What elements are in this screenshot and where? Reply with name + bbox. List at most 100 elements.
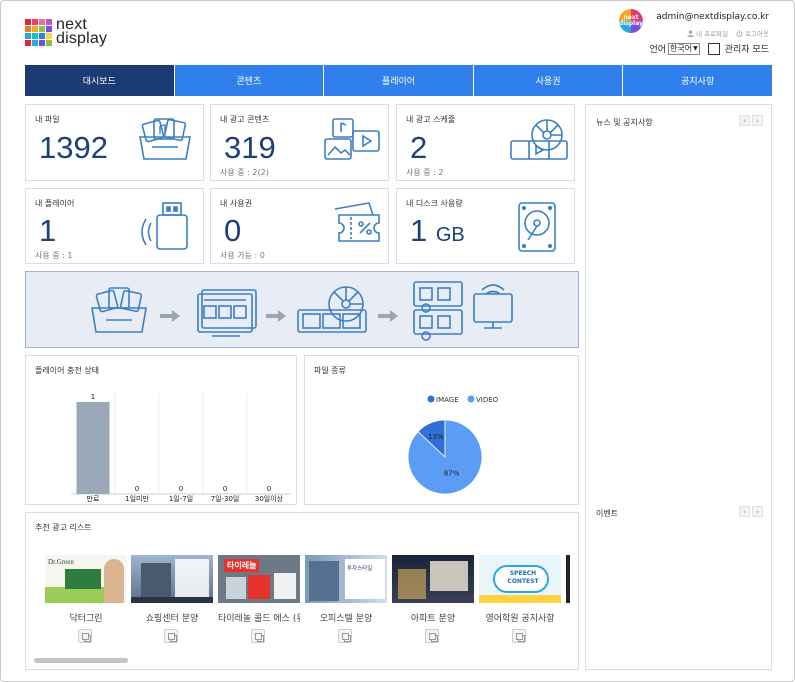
logo-mark: [25, 18, 52, 46]
x-tick-label: 만료: [87, 494, 100, 503]
stat-value: 0: [224, 213, 242, 248]
prev-icon[interactable]: ‹: [739, 506, 750, 517]
ad-item[interactable]: Dr.Green 닥터그린: [45, 555, 127, 643]
stat-card-players[interactable]: 내 플레이어 1 사용 중 : 1: [25, 188, 204, 264]
tab-dashboard[interactable]: 대시보드: [25, 65, 175, 96]
ad-thumbnail[interactable]: [131, 555, 213, 603]
logout-link[interactable]: 로그아웃: [736, 28, 769, 38]
stat-title: 내 플레이어: [35, 199, 75, 208]
admin-mode-checkbox[interactable]: [707, 42, 720, 55]
ad-item[interactable]: 투자스타일 오피스텔 분양: [305, 555, 387, 643]
ad-item[interactable]: 쇼핑센터 분양: [131, 555, 213, 643]
copy-icon[interactable]: [164, 629, 178, 643]
stat-card-disk[interactable]: 내 디스크 사용량 1 GB: [396, 188, 575, 264]
file-folder-icon: [91, 287, 147, 333]
ad-thumbnail[interactable]: 타이레놀: [218, 555, 300, 603]
panel-title: 추천 광고 리스트: [35, 523, 92, 532]
player-status-chart: 1만료01일미만01일-7일07일-30일030일이상: [71, 393, 291, 503]
bar-value-label: 0: [267, 485, 271, 493]
main-nav: 대시보드 콘텐츠 플레이어 사용권 공지사항: [25, 65, 772, 96]
power-icon: [736, 29, 743, 37]
ad-label: 닥터그린: [69, 614, 103, 624]
stat-title: 내 광고 스케줄: [406, 115, 456, 124]
next-icon[interactable]: ›: [752, 506, 763, 517]
stat-value: 319: [224, 130, 276, 165]
tab-notice[interactable]: 공지사항: [623, 65, 772, 96]
pie-value-label: 87%: [444, 469, 460, 477]
schedule-reel-icon: [510, 119, 568, 160]
ad-thumbnail[interactable]: SPEECH CONTEST: [479, 555, 561, 603]
stat-card-contents[interactable]: 내 광고 콘텐츠 319 사용 중 : 2(2): [210, 104, 389, 181]
copy-icon[interactable]: [425, 629, 439, 643]
tab-player[interactable]: 플레이어: [324, 65, 474, 96]
ad-label: 아파트 분양: [410, 614, 456, 624]
ad-thumbnail[interactable]: Dr.Green: [45, 555, 127, 603]
copy-icon[interactable]: [78, 629, 92, 643]
ad-label: 타이레놀 콜드 에스 (유: [218, 614, 300, 624]
stat-title: 내 사용권: [220, 199, 252, 208]
ad-item[interactable]: 타이레놀 타이레놀 콜드 에스 (유: [218, 555, 300, 643]
logo[interactable]: next display: [25, 16, 108, 47]
stat-title: 내 디스크 사용량: [406, 199, 463, 208]
prev-icon[interactable]: ‹: [739, 115, 750, 126]
bar-value-label: 1: [91, 393, 95, 401]
logo-text: next display: [56, 16, 108, 47]
stat-title: 내 광고 콘텐츠: [220, 115, 270, 124]
workflow-illustration: [91, 281, 513, 341]
tab-contents[interactable]: 콘텐츠: [174, 65, 325, 96]
ad-thumbnail[interactable]: 투자스타일: [305, 555, 387, 603]
stat-value: 1 GB: [410, 213, 465, 249]
usb-player-icon: [141, 202, 188, 250]
legend-marker: [467, 395, 475, 403]
stat-title: 내 파일: [35, 115, 60, 124]
copy-icon[interactable]: [512, 629, 526, 643]
stat-value: 2: [410, 130, 428, 165]
x-tick-label: 7일-30일: [211, 494, 240, 503]
news-pager: ‹ ›: [739, 115, 763, 126]
stat-value: 1: [39, 213, 57, 248]
account-area: next display admin@nextdisplay.co.kr 내 프로…: [619, 9, 769, 59]
tab-license[interactable]: 사용권: [473, 65, 624, 96]
stat-card-schedules[interactable]: 내 광고 스케줄 2 사용 중 : 2: [396, 104, 575, 181]
account-links: 내 프로파일 로그아웃: [687, 28, 769, 38]
language-select[interactable]: 한국어 ▼: [668, 42, 700, 55]
copy-icon[interactable]: [251, 629, 265, 643]
bar: [76, 402, 110, 494]
ad-thumbnail[interactable]: [392, 555, 474, 603]
ad-label: 영어학원 공지사항: [485, 614, 555, 624]
bar-value-label: 0: [135, 485, 139, 493]
stat-card-licenses[interactable]: 내 사용권 0 사용 가능 : 0: [210, 188, 389, 264]
avatar[interactable]: next display: [619, 9, 643, 33]
stat-value: 1392: [39, 130, 108, 165]
news-title: 뉴스 및 공지사항: [596, 118, 653, 127]
copy-icon[interactable]: [338, 629, 352, 643]
ad-item[interactable]: 아파트 분양: [392, 555, 474, 643]
stat-sub: 사용 중 : 1: [35, 251, 73, 260]
player-status-panel: 플레이어 충전 상태 1 만료 0 1일미만 0 1일-7일 0 7일-30일 0 30일이상: [25, 355, 297, 505]
ad-item[interactable]: SPEECH CONTEST 영어학원 공지사항: [479, 555, 561, 643]
ad-label: 오피스텔 분양: [319, 614, 373, 624]
legend-label: VIDEO: [476, 396, 499, 404]
pie-value-label: 13%: [428, 433, 444, 441]
players-icon: [413, 281, 513, 341]
x-tick-label: 1일미만: [125, 494, 149, 503]
x-tick-label: 30일이상: [255, 494, 284, 503]
file-type-panel: 파일 종류 IMAGE VIDEO 13% 87%: [304, 355, 579, 505]
stat-card-files[interactable]: 내 파일 1392: [25, 104, 204, 181]
event-title: 이벤트: [596, 509, 619, 518]
horizontal-scrollbar[interactable]: [34, 658, 128, 663]
disk-unit: GB: [435, 224, 465, 246]
side-panel: 뉴스 및 공지사항 ‹ › 이벤트 ‹ ›: [585, 104, 772, 670]
profile-link[interactable]: 내 프로파일: [687, 28, 728, 38]
stat-sub: 사용 가능 : 0: [220, 251, 265, 260]
hard-disk-icon: [518, 202, 556, 252]
legend-label: IMAGE: [436, 396, 459, 404]
next-icon[interactable]: ›: [752, 115, 763, 126]
x-tick-label: 1일-7일: [169, 494, 193, 503]
file-type-chart: IMAGE VIDEO 13% 87%: [407, 395, 499, 495]
bar-value-label: 0: [179, 485, 183, 493]
ad-label: 쇼핑센터 분양: [145, 614, 199, 624]
stat-sub: 사용 중 : 2(2): [220, 168, 269, 177]
schedule-reel-icon: [297, 286, 367, 333]
account-email: admin@nextdisplay.co.kr: [656, 12, 769, 22]
